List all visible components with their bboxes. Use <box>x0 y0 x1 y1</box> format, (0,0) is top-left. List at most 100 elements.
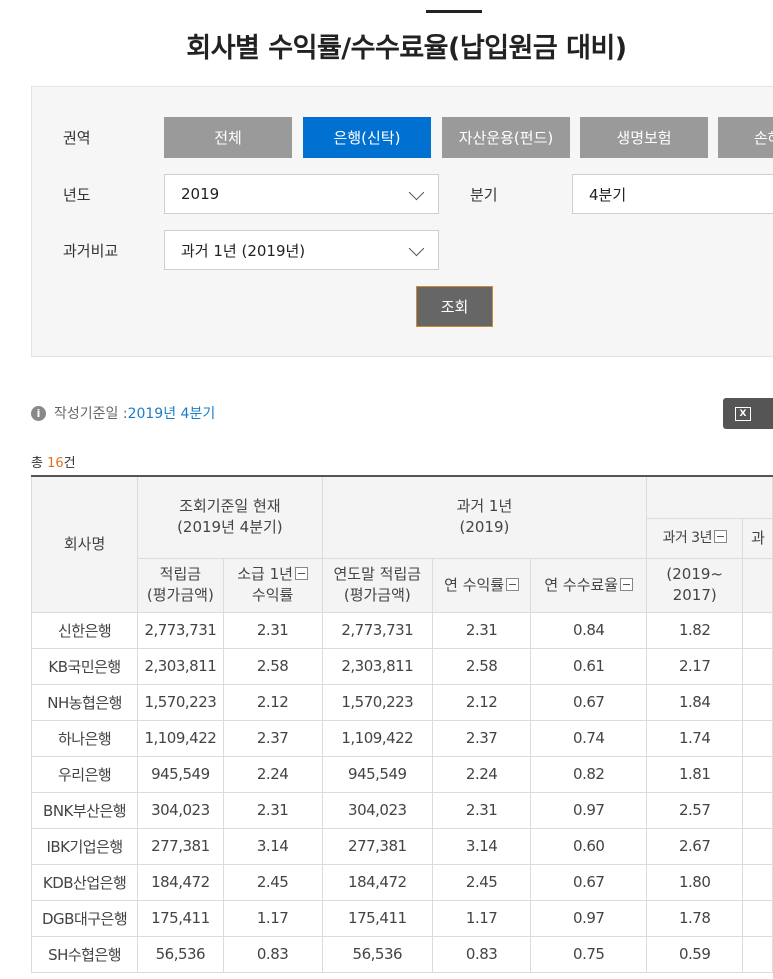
table-row: KDB산업은행 184,472 2.45 184,472 2.45 0.67 1.80 <box>30 863 773 901</box>
table-row: BNK부산은행 304,023 2.31 304,023 2.31 0.97 2.57 <box>30 791 773 829</box>
table-cell: 2.45 <box>431 863 532 901</box>
table-cell: 0.75 <box>530 935 648 973</box>
table-cell: 1,109,422 <box>137 719 224 757</box>
table-cell: 184,472 <box>137 863 224 901</box>
table-cell: 2,303,811 <box>137 647 224 685</box>
region-button-bank-trust[interactable]: 은행(신탁) <box>303 117 431 158</box>
table-cell: 2,773,731 <box>321 611 434 649</box>
total-count: 총 16건 <box>31 456 76 471</box>
company-name-cell: KB국민은행 <box>30 647 139 685</box>
compare-select[interactable]: 과거 1년 (2019년) <box>164 230 439 270</box>
reference-date: i 작성기준일 : 2019년 4분기 <box>31 403 215 423</box>
table-cell: 2.37 <box>222 719 323 757</box>
query-button[interactable]: 조회 <box>416 286 493 327</box>
info-icon: i <box>31 405 46 421</box>
table-cell: 2.57 <box>646 791 744 829</box>
table-cell: 304,023 <box>321 791 434 829</box>
table-cell <box>742 719 773 757</box>
region-button-all[interactable]: 전체 <box>164 117 292 158</box>
table-row: NH농협은행 1,570,223 2.12 1,570,223 2.12 0.67 1.84 <box>30 683 773 721</box>
header-past3-range: (2019~ 2017) <box>646 557 744 613</box>
table-cell: 2.12 <box>222 683 323 721</box>
chevron-down-icon <box>408 240 425 257</box>
header-past-more: 과 <box>742 517 773 559</box>
table-row: 우리은행 945,549 2.24 945,549 2.24 0.82 1.81 <box>30 755 773 793</box>
table-cell: 0.59 <box>646 935 744 973</box>
table-cell <box>742 755 773 793</box>
compare-label: 과거비교 <box>63 242 119 260</box>
table-cell: 1.74 <box>646 719 744 757</box>
table-cell: 2.17 <box>646 647 744 685</box>
company-name-cell: NH농협은행 <box>30 683 139 721</box>
table-row: DGB대구은행 175,411 1.17 175,411 1.17 0.97 1.78 <box>30 899 773 937</box>
header-since1[interactable]: 소급 1년 수익률 <box>222 557 323 613</box>
table-cell: 1.78 <box>646 899 744 937</box>
table-cell: 1.80 <box>646 863 744 901</box>
table-cell: 945,549 <box>137 755 224 793</box>
company-name-cell: 하나은행 <box>30 719 139 757</box>
reference-date-label: 작성기준일 : <box>54 406 128 422</box>
table-cell: 2,773,731 <box>137 611 224 649</box>
table-cell: 2.31 <box>431 611 532 649</box>
table-cell: 2.12 <box>431 683 532 721</box>
reference-date-value: 2019년 4분기 <box>127 406 216 422</box>
table-cell: 2.24 <box>222 755 323 793</box>
table-cell: 175,411 <box>321 899 434 937</box>
table-cell: 945,549 <box>321 755 434 793</box>
table-cell: 277,381 <box>321 827 434 865</box>
table-cell: 3.14 <box>431 827 532 865</box>
quarter-value: 4분기 <box>589 185 627 204</box>
table-cell: 2.31 <box>222 791 323 829</box>
table-cell: 1.17 <box>431 899 532 937</box>
table-cell: 0.97 <box>530 791 648 829</box>
table-cell: 2.45 <box>222 863 323 901</box>
table-row: IBK기업은행 277,381 3.14 277,381 3.14 0.60 2.67 <box>30 827 773 865</box>
table-cell: 56,536 <box>321 935 434 973</box>
year-label: 년도 <box>63 186 91 204</box>
table-cell: 2.24 <box>431 755 532 793</box>
collapse-icon[interactable] <box>506 577 520 591</box>
collapse-icon[interactable] <box>713 529 727 543</box>
year-select[interactable]: 2019 <box>164 174 439 214</box>
region-button-life-insurance[interactable]: 생명보험 <box>580 117 708 158</box>
excel-download-button[interactable]: X <box>723 398 773 429</box>
company-name-cell: IBK기업은행 <box>30 827 139 865</box>
company-name-cell: DGB대구은행 <box>30 899 139 937</box>
table-cell <box>742 827 773 865</box>
table-cell: 56,536 <box>137 935 224 973</box>
table-cell: 2,303,811 <box>321 647 434 685</box>
company-name-cell: 신한은행 <box>30 611 139 649</box>
table-cell: 0.83 <box>431 935 532 973</box>
table-cell: 1.81 <box>646 755 744 793</box>
quarter-select[interactable]: 4분기 <box>572 174 773 214</box>
region-button-asset-mgmt[interactable]: 자산운용(펀드) <box>442 117 570 158</box>
table-cell: 0.97 <box>530 899 648 937</box>
table-cell: 0.60 <box>530 827 648 865</box>
header-past3[interactable]: 과거 3년 <box>646 517 744 559</box>
collapse-icon[interactable] <box>620 577 634 591</box>
table-cell <box>742 647 773 685</box>
header-annual-fee[interactable]: 연 수수료율 <box>530 557 648 613</box>
company-name-cell: 우리은행 <box>30 755 139 793</box>
table-row: 신한은행 2,773,731 2.31 2,773,731 2.31 0.84 1.82 <box>30 611 773 649</box>
table-cell: 184,472 <box>321 863 434 901</box>
company-name-cell: SH수협은행 <box>30 935 139 973</box>
region-button-nonlife-insurance[interactable]: 손해 <box>718 117 773 158</box>
table-cell: 1,570,223 <box>137 683 224 721</box>
company-name-cell: BNK부산은행 <box>30 791 139 829</box>
table-cell: 0.61 <box>530 647 648 685</box>
quarter-label: 분기 <box>470 186 498 204</box>
header-blank <box>742 557 773 613</box>
table-row: 하나은행 1,109,422 2.37 1,109,422 2.37 0.74 1.74 <box>30 719 773 757</box>
table-cell <box>742 899 773 937</box>
table-cell <box>742 683 773 721</box>
title-accent-bar <box>426 10 482 13</box>
table-cell: 1,570,223 <box>321 683 434 721</box>
table-cell: 3.14 <box>222 827 323 865</box>
collapse-icon[interactable] <box>294 567 308 580</box>
header-annual-return[interactable]: 연 수익률 <box>431 557 532 613</box>
table-cell: 1.84 <box>646 683 744 721</box>
table-cell: 175,411 <box>137 899 224 937</box>
table-cell: 0.67 <box>530 863 648 901</box>
table-cell: 2.31 <box>431 791 532 829</box>
